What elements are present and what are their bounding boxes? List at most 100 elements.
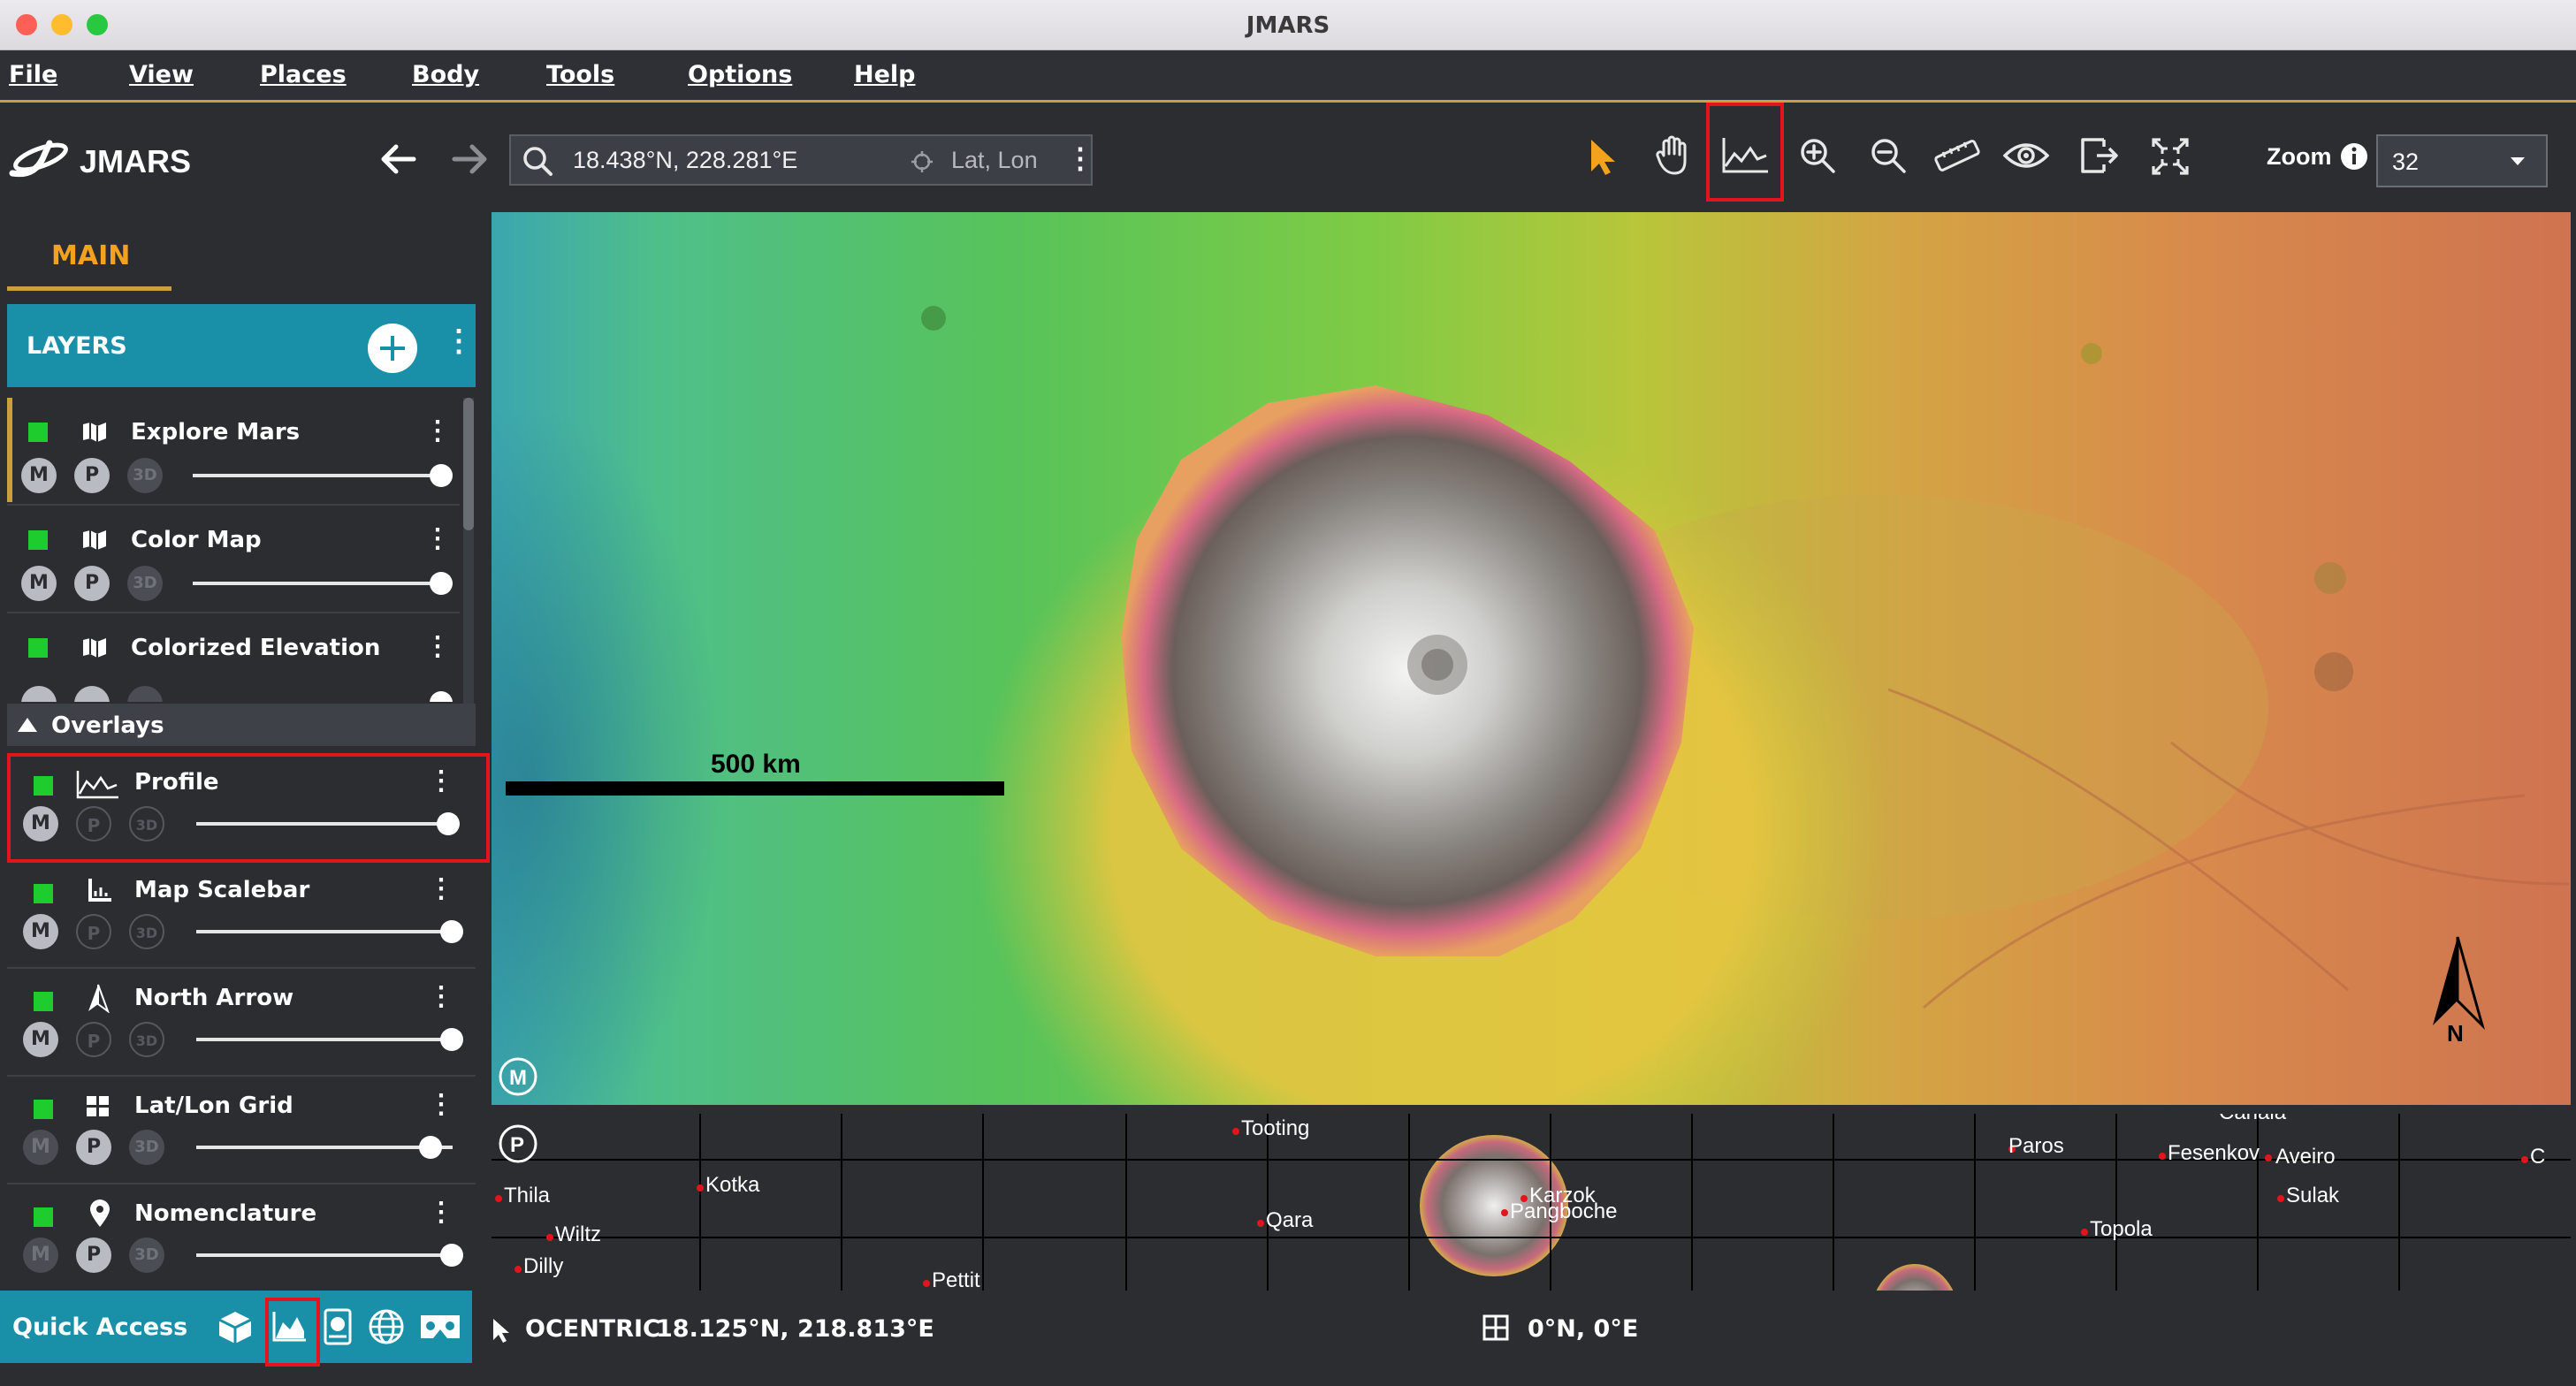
feature-label[interactable]: Fesenkov [2168,1141,2260,1165]
overlay-panner-button[interactable]: P [76,1238,111,1273]
feature-label[interactable]: C [2530,1145,2545,1169]
tab-main[interactable]: MAIN [51,240,130,271]
zoom-select[interactable]: 32 [2376,134,2548,187]
vr-headset-icon[interactable] [419,1314,461,1340]
overlays-header[interactable]: Overlays [7,704,476,746]
layer-opacity-slider[interactable] [193,582,440,585]
layer-panner-button[interactable] [74,686,110,702]
layer-3d-button[interactable] [127,686,163,702]
feature-label[interactable]: Paros [2008,1134,2064,1158]
feature-label[interactable]: Dilly [523,1254,563,1278]
menu-options[interactable]: Options [688,61,792,88]
overlay-3d-button[interactable]: 3D [129,1130,164,1165]
layer-panner-button[interactable]: P [74,458,110,493]
overlay-main-button[interactable]: M [23,1238,58,1273]
overlay-panner-button[interactable]: P [76,1130,111,1165]
feature-label[interactable]: Qara [1266,1208,1314,1232]
feature-label[interactable]: Thila [504,1184,551,1207]
zoom-in-icon[interactable] [1798,136,1837,175]
pointer-select-icon[interactable] [1588,138,1618,177]
overlay-menu-icon[interactable]: ⋮ [428,1197,454,1228]
overlay-main-button[interactable]: M [23,1022,58,1057]
feature-label[interactable]: Sulak [2286,1184,2340,1207]
overlay-opacity-knob[interactable] [440,1244,463,1267]
visibility-eye-icon[interactable] [2003,138,2049,173]
crosshair-icon[interactable] [911,150,934,173]
layer-row-color-map[interactable]: Color Map ⋮ M P 3D [7,506,460,613]
overlay-opacity-knob[interactable] [440,1028,463,1051]
overlay-opacity-slider[interactable] [196,1253,453,1257]
info-icon[interactable] [2339,141,2369,171]
layer-panner-button[interactable]: P [74,566,110,601]
overlay-opacity-slider[interactable] [196,930,453,933]
overlay-opacity-knob[interactable] [440,920,463,943]
overlay-row-nomenclature[interactable]: Nomenclature ⋮ M P 3D [7,1184,476,1291]
layer-row-explore-mars[interactable]: Explore Mars ⋮ M P 3D [7,398,460,506]
overlay-row-latlon-grid[interactable]: Lat/Lon Grid ⋮ M P 3D [7,1077,476,1184]
layer-opacity-slider[interactable] [193,474,440,477]
layer-visibility-checkbox[interactable] [28,638,48,658]
layer-row-colorized-elevation[interactable]: Colorized Elevation ⋮ [7,613,460,702]
profile-tool-icon[interactable] [1720,136,1770,175]
coord-mode-label[interactable]: Lat, Lon [951,147,1038,174]
overlay-row-map-scalebar[interactable]: Map Scalebar ⋮ M P 3D [7,861,476,969]
overlay-visibility-checkbox[interactable] [34,1207,53,1227]
globe-icon[interactable] [368,1308,405,1345]
feature-label[interactable]: Pangboche [1510,1199,1617,1223]
layer-visibility-checkbox[interactable] [28,423,48,442]
layer-opacity-knob[interactable] [430,691,453,702]
menu-tools[interactable]: Tools [546,61,614,88]
feature-label[interactable]: Canala [2219,1114,2287,1124]
layer-opacity-knob[interactable] [430,572,453,595]
layer-menu-icon[interactable]: ⋮ [424,631,451,662]
feature-label[interactable]: Pettit [932,1268,980,1291]
menu-file[interactable]: File [9,61,57,88]
fit-extent-icon[interactable] [2150,136,2191,177]
pan-hand-icon[interactable] [1655,134,1694,177]
feature-label[interactable]: Wiltz [555,1222,601,1246]
layer-menu-icon[interactable]: ⋮ [424,415,451,446]
layer-main-button[interactable]: M [21,566,57,601]
layer-opacity-knob[interactable] [430,464,453,487]
overlay-visibility-checkbox[interactable] [34,992,53,1011]
back-arrow-icon[interactable] [378,141,417,177]
add-layer-icon[interactable] [364,324,423,377]
menu-places[interactable]: Places [260,61,347,88]
layers-menu-icon[interactable]: ⋮ [444,324,474,359]
document-globe-icon[interactable] [322,1308,354,1345]
layer-3d-button[interactable]: 3D [127,566,163,601]
layer-visibility-checkbox[interactable] [28,530,48,550]
feature-label[interactable]: Topola [2090,1217,2153,1241]
measure-ruler-icon[interactable] [1932,136,1982,175]
location-search[interactable]: 18.438°N, 228.281°E Lat, Lon ⋮ [509,134,1094,186]
overlay-row-north-arrow[interactable]: North Arrow ⋮ M P 3D [7,969,476,1077]
overlay-opacity-slider[interactable] [196,1038,453,1041]
menu-help[interactable]: Help [854,61,916,88]
feature-label[interactable]: Tooting [1241,1116,1309,1140]
overlay-3d-button[interactable]: 3D [129,1238,164,1273]
overlay-menu-icon[interactable]: ⋮ [428,1089,454,1120]
overlay-main-button[interactable]: M [23,914,58,949]
layer-main-button[interactable] [21,686,57,702]
overlay-menu-icon[interactable]: ⋮ [428,873,454,904]
search-input[interactable]: 18.438°N, 228.281°E [573,147,797,174]
feature-label[interactable]: Kotka [705,1173,760,1197]
overlay-visibility-checkbox[interactable] [34,884,53,903]
search-menu-icon[interactable]: ⋮ [1066,141,1094,175]
cube-icon[interactable] [217,1310,253,1345]
zoom-out-icon[interactable] [1869,136,1908,175]
layer-menu-icon[interactable]: ⋮ [424,523,451,554]
feature-label[interactable]: Aveiro [2275,1145,2336,1169]
overlay-opacity-slider[interactable] [196,1146,453,1149]
overlay-menu-icon[interactable]: ⋮ [428,981,454,1012]
forward-arrow-icon[interactable] [451,141,490,177]
layers-scrollbar[interactable] [463,398,474,718]
menu-view[interactable]: View [129,61,194,88]
panner-view[interactable]: P Tooting Paros Canala Fesenkov Aveiro T… [492,1114,2571,1291]
main-map-view[interactable]: 500 km N M [492,212,2571,1105]
export-icon[interactable] [2077,134,2120,177]
layer-main-button[interactable]: M [21,458,57,493]
overlay-opacity-knob[interactable] [419,1136,442,1159]
layer-3d-button[interactable]: 3D [127,458,163,493]
overlay-visibility-checkbox[interactable] [34,1100,53,1119]
